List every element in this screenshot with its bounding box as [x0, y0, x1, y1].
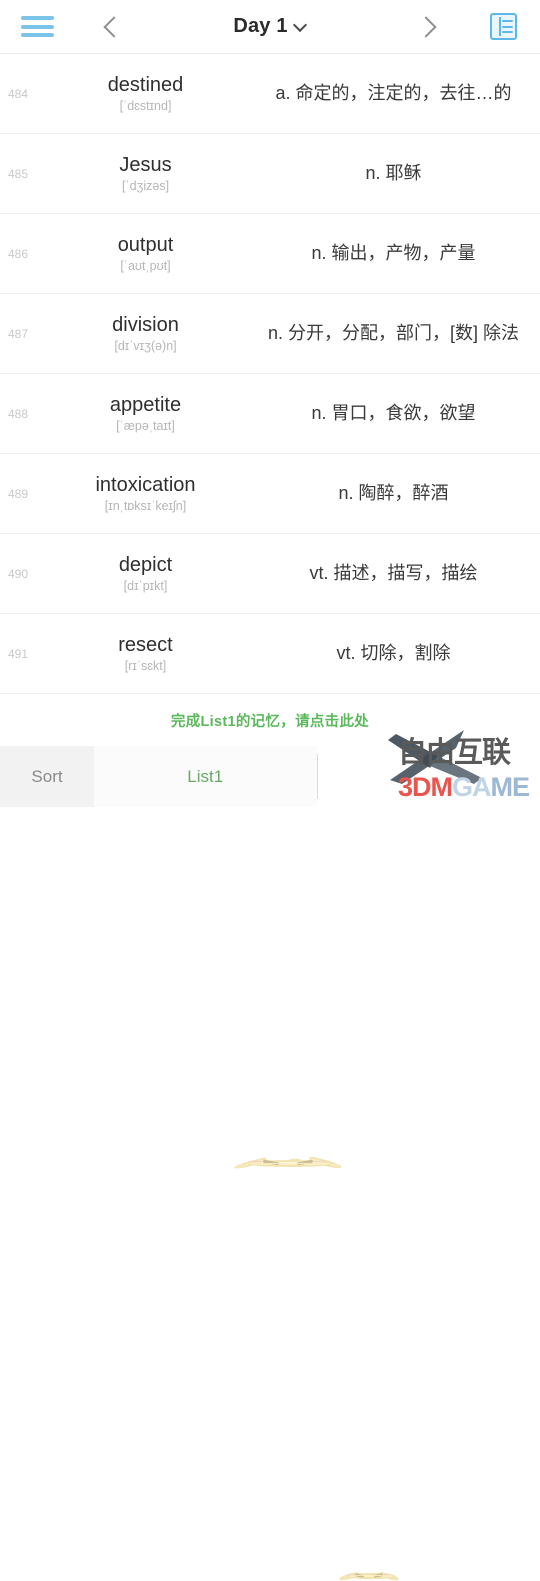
- word-cell: resect [rɪˈsɛkt]: [38, 634, 253, 673]
- definition-text: a. 命定的，注定的，去往…的: [253, 80, 540, 106]
- word-cell: depict [dɪˈpɪkt]: [38, 554, 253, 593]
- word-cell: destined [ˈdɛstɪnd]: [38, 74, 253, 113]
- bottom-tab-bar: Sort List1: [0, 746, 540, 807]
- table-row[interactable]: 484 destined [ˈdɛstɪnd] a. 命定的，注定的，去往…的: [0, 54, 540, 134]
- table-row[interactable]: 485 Jesus [ˈdʒizəs] n. 耶稣: [0, 134, 540, 214]
- definition-text: vt. 描述，描写，描绘: [253, 560, 540, 586]
- word-cell: output [ˈaʊtˌpʊt]: [38, 234, 253, 273]
- chick-mascot-watermark: [232, 1159, 344, 1163]
- app-header: Day 1: [0, 0, 540, 54]
- chevron-down-icon: [294, 20, 307, 33]
- definition-text: n. 分开，分配，部门，[数] 除法: [253, 320, 540, 346]
- list-view-button[interactable]: [466, 13, 540, 40]
- word-text: output: [118, 234, 174, 257]
- phonetic-text: [ˈdɛstɪnd]: [120, 99, 172, 113]
- next-day-button[interactable]: [392, 16, 466, 38]
- table-list-icon: [490, 13, 517, 40]
- completion-hint[interactable]: 完成List1的记忆，请点击此处: [0, 694, 540, 746]
- word-text: appetite: [110, 394, 181, 417]
- word-cell: appetite [ˈæpəˌtaɪt]: [38, 394, 253, 433]
- day-selector[interactable]: Day 1: [148, 15, 392, 38]
- word-cell: intoxication [ɪnˌtɒksɪˈkeɪʃn]: [38, 474, 253, 513]
- vocabulary-app-screen: Day 1 484 destined [ˈdɛstɪnd] a. 命定的，注定的…: [0, 0, 540, 813]
- completion-hint-text: 完成List1的记忆，请点击此处: [171, 710, 369, 731]
- definition-text: n. 胃口，食欲，欲望: [253, 400, 540, 426]
- page-title: Day 1: [233, 15, 287, 38]
- menu-button[interactable]: [0, 16, 74, 37]
- word-text: depict: [119, 554, 172, 577]
- row-index: 486: [0, 247, 38, 261]
- tab-sort[interactable]: Sort: [0, 746, 94, 807]
- word-text: division: [112, 314, 179, 337]
- tab-bar-filler: [318, 746, 540, 807]
- table-row[interactable]: 488 appetite [ˈæpəˌtaɪt] n. 胃口，食欲，欲望: [0, 374, 540, 454]
- chick-mascot-watermark-small: [338, 1573, 400, 1575]
- row-index: 491: [0, 647, 38, 661]
- phonetic-text: [ˈdʒizəs]: [122, 179, 169, 193]
- phonetic-text: [rɪˈsɛkt]: [125, 659, 166, 673]
- table-row[interactable]: 487 division [dɪˈvɪʒ(ə)n] n. 分开，分配，部门，[数…: [0, 294, 540, 374]
- word-text: intoxication: [95, 474, 195, 497]
- phonetic-text: [ɪnˌtɒksɪˈkeɪʃn]: [105, 499, 186, 513]
- hamburger-menu-icon: [21, 16, 54, 37]
- table-row[interactable]: 490 depict [dɪˈpɪkt] vt. 描述，描写，描绘: [0, 534, 540, 614]
- chevron-right-icon: [418, 16, 440, 38]
- word-cell: division [dɪˈvɪʒ(ə)n]: [38, 314, 253, 353]
- word-text: destined: [108, 74, 184, 97]
- definition-text: n. 陶醉，醉酒: [253, 480, 540, 506]
- row-index: 485: [0, 167, 38, 181]
- phonetic-text: [dɪˈvɪʒ(ə)n]: [114, 339, 176, 353]
- word-text: Jesus: [119, 154, 171, 177]
- table-row[interactable]: 486 output [ˈaʊtˌpʊt] n. 输出，产物，产量: [0, 214, 540, 294]
- definition-text: vt. 切除，割除: [253, 640, 540, 666]
- word-cell: Jesus [ˈdʒizəs]: [38, 154, 253, 193]
- definition-text: n. 耶稣: [253, 160, 540, 186]
- chevron-left-icon: [100, 16, 122, 38]
- phonetic-text: [ˈaʊtˌpʊt]: [120, 259, 170, 273]
- definition-text: n. 输出，产物，产量: [253, 240, 540, 266]
- table-row[interactable]: 491 resect [rɪˈsɛkt] vt. 切除，割除: [0, 614, 540, 694]
- word-text: resect: [118, 634, 172, 657]
- phonetic-text: [dɪˈpɪkt]: [124, 579, 168, 593]
- row-index: 489: [0, 487, 38, 501]
- row-index: 487: [0, 327, 38, 341]
- word-list: 484 destined [ˈdɛstɪnd] a. 命定的，注定的，去往…的 …: [0, 54, 540, 694]
- phonetic-text: [ˈæpəˌtaɪt]: [116, 419, 175, 433]
- row-index: 488: [0, 407, 38, 421]
- tab-list1[interactable]: List1: [94, 746, 317, 807]
- table-row[interactable]: 489 intoxication [ɪnˌtɒksɪˈkeɪʃn] n. 陶醉，…: [0, 454, 540, 534]
- previous-day-button[interactable]: [74, 16, 148, 38]
- tab-list1-label: List1: [187, 767, 223, 787]
- tab-sort-label: Sort: [31, 767, 62, 787]
- row-index: 490: [0, 567, 38, 581]
- row-index: 484: [0, 87, 38, 101]
